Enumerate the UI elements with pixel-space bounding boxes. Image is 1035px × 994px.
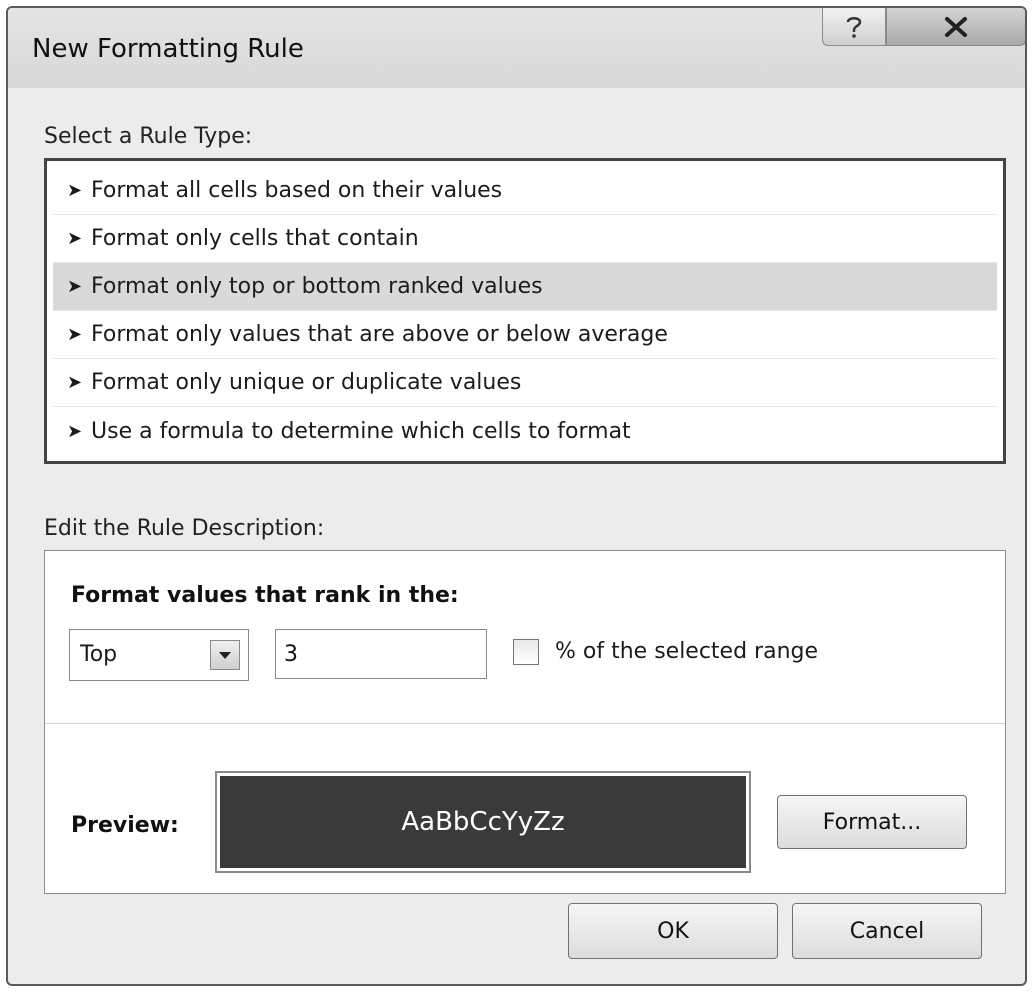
rule-arrow-icon: ➤	[67, 180, 83, 201]
preview-swatch: AaBbCcYyZz	[220, 776, 746, 868]
close-icon	[945, 16, 967, 37]
preview-label: Preview:	[71, 813, 179, 838]
rule-type-label-text: Select a Rule Type:	[44, 124, 253, 149]
rule-arrow-icon: ➤	[67, 276, 83, 297]
ok-button[interactable]: OK	[568, 903, 778, 959]
title-bar: New Formatting Rule	[8, 8, 1025, 88]
dialog-title: New Formatting Rule	[32, 34, 304, 64]
rule-description-label-text: Edit the Rule Description:	[44, 516, 325, 541]
preview-frame: AaBbCcYyZz	[215, 771, 751, 873]
rule-description-panel: Format values that rank in the: Top % of…	[44, 550, 1006, 894]
rule-type-item[interactable]: ➤ Format only values that are above or b…	[53, 311, 997, 359]
format-button[interactable]: Format...	[777, 795, 967, 849]
close-button[interactable]	[886, 8, 1025, 46]
new-formatting-rule-dialog: New Formatting Rule Select a Rule Type: …	[6, 6, 1027, 986]
rule-type-item-label: Format only values that are above or bel…	[91, 322, 668, 347]
rule-type-item[interactable]: ➤ Format all cells based on their values	[53, 167, 997, 215]
cancel-button[interactable]: Cancel	[792, 903, 982, 959]
help-icon	[846, 16, 862, 38]
rule-type-item-label: Format all cells based on their values	[91, 178, 503, 203]
rank-direction-select[interactable]: Top	[69, 629, 249, 681]
percent-checkbox[interactable]	[513, 639, 539, 665]
rule-type-list: ➤ Format all cells based on their values…	[44, 158, 1006, 464]
rule-arrow-icon: ➤	[67, 324, 83, 345]
divider	[45, 723, 1005, 724]
rule-type-item-label: Use a formula to determine which cells t…	[91, 418, 631, 444]
rule-type-item-selected[interactable]: ➤ Format only top or bottom ranked value…	[53, 263, 997, 311]
rule-type-item-label: Format only cells that contain	[91, 226, 419, 251]
rule-type-item-label: Format only unique or duplicate values	[91, 370, 522, 395]
preview-text: AaBbCcYyZz	[401, 807, 565, 837]
rule-type-label: Select a Rule Type:	[44, 124, 252, 149]
rule-arrow-icon: ➤	[67, 372, 83, 393]
rank-direction-value: Top	[80, 642, 118, 667]
help-button[interactable]	[822, 8, 886, 46]
rule-type-item[interactable]: ➤ Use a formula to determine which cells…	[53, 407, 997, 455]
rule-type-item-label: Format only top or bottom ranked values	[91, 274, 543, 299]
rule-description-label: Edit the Rule Description:	[44, 516, 324, 541]
rule-arrow-icon: ➤	[67, 420, 83, 442]
dropdown-button[interactable]	[210, 640, 240, 670]
chevron-down-icon	[219, 652, 231, 659]
rule-arrow-icon: ➤	[67, 228, 83, 249]
rank-label: Format values that rank in the:	[71, 583, 459, 608]
percent-checkbox-label: % of the selected range	[555, 639, 819, 664]
rule-type-item[interactable]: ➤ Format only unique or duplicate values	[53, 359, 997, 407]
rule-type-item[interactable]: ➤ Format only cells that contain	[53, 215, 997, 263]
rank-count-input[interactable]	[275, 629, 487, 679]
